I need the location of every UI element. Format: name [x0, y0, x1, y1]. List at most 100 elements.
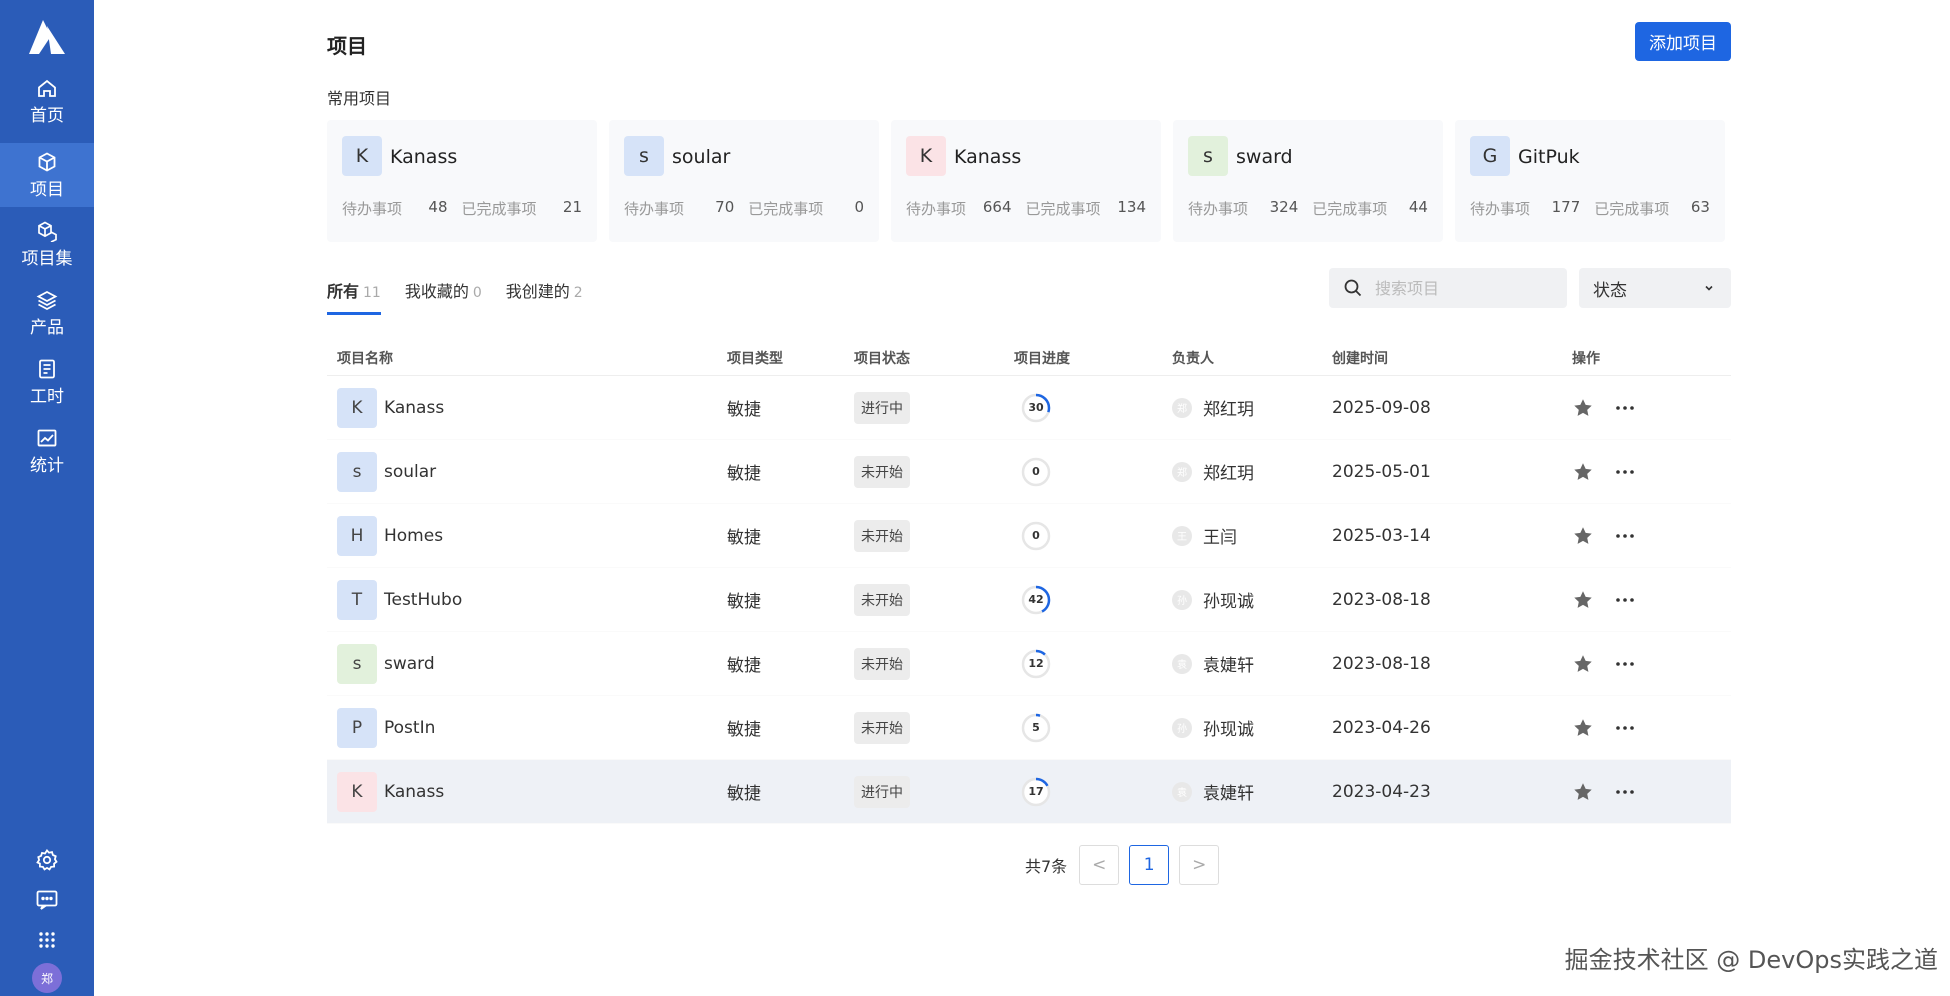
project-name[interactable]: TestHubo	[384, 590, 462, 610]
star-icon[interactable]	[1572, 397, 1594, 419]
project-type: 敏捷	[727, 464, 761, 484]
star-icon[interactable]	[1572, 525, 1594, 547]
actions-cell	[1572, 781, 1731, 803]
project-card[interactable]: s soular 待办事项 70 已完成事项 0	[609, 120, 879, 242]
sidebar-item-2[interactable]: 项目集	[0, 212, 94, 276]
status-badge: 未开始	[854, 519, 910, 552]
table-row[interactable]: T TestHubo 敏捷 未开始 42 孙孙现诚 2023-08-18	[327, 568, 1731, 632]
project-status-cell: 未开始	[854, 647, 1014, 680]
tab-label: 我创建的	[505, 282, 570, 301]
more-icon[interactable]	[1615, 654, 1635, 674]
message-icon	[36, 890, 58, 910]
prev-page-button[interactable]: <	[1079, 845, 1120, 885]
star-icon[interactable]	[1572, 781, 1594, 803]
next-page-button[interactable]: >	[1179, 845, 1220, 885]
chevron-down-icon	[1705, 285, 1713, 291]
project-avatar: K	[337, 771, 377, 812]
column-header: 项目状态	[854, 350, 910, 367]
project-avatar: K	[906, 136, 946, 176]
add-project-button[interactable]: 添加项目	[1635, 22, 1731, 61]
project-card[interactable]: s sward 待办事项 324 已完成事项 44	[1173, 120, 1443, 242]
more-icon[interactable]	[1615, 462, 1635, 482]
status-badge: 未开始	[854, 455, 910, 488]
column-header: 负责人	[1172, 350, 1214, 367]
done-count: 0	[854, 198, 864, 216]
project-progress-cell: 5	[1014, 711, 1172, 745]
tab-count: 11	[363, 285, 381, 301]
project-card[interactable]: K Kanass 待办事项 48 已完成事项 21	[327, 120, 597, 242]
user-avatar-button[interactable]: 郑	[0, 963, 94, 993]
project-card[interactable]: G GitPuk 待办事项 177 已完成事项 63	[1455, 120, 1725, 242]
tab-0[interactable]: 所有 11	[327, 278, 381, 315]
project-card[interactable]: K Kanass 待办事项 664 已完成事项 134	[891, 120, 1161, 242]
layers-icon	[36, 290, 58, 310]
table-row[interactable]: K Kanass 敏捷 进行中 30 郑郑红玥 2025-09-08	[327, 376, 1731, 440]
progress-value: 42	[1028, 593, 1044, 606]
more-icon[interactable]	[1615, 526, 1635, 546]
project-name[interactable]: PostIn	[384, 718, 435, 738]
project-progress-cell: 30	[1014, 391, 1172, 425]
star-icon[interactable]	[1572, 461, 1594, 483]
project-name[interactable]: Kanass	[384, 398, 444, 418]
project-name[interactable]: soular	[384, 462, 436, 482]
messages-button[interactable]	[0, 888, 94, 912]
more-icon[interactable]	[1615, 782, 1635, 802]
sidebar-item-1[interactable]: 项目	[0, 143, 94, 207]
search-box[interactable]	[1329, 268, 1567, 308]
status-badge: 未开始	[854, 711, 910, 744]
search-input[interactable]	[1375, 278, 1555, 298]
more-icon[interactable]	[1615, 718, 1635, 738]
project-progress-cell: 0	[1014, 519, 1172, 553]
project-name-cell: K Kanass	[327, 387, 727, 428]
project-progress-cell: 42	[1014, 583, 1172, 617]
table-row[interactable]: K Kanass 敏捷 进行中 17 袁袁婕轩 2023-04-23	[327, 760, 1731, 824]
table-row[interactable]: P PostIn 敏捷 未开始 5 孙孙现诚 2023-04-26	[327, 696, 1731, 760]
project-status-cell: 未开始	[854, 455, 1014, 488]
page-number-button[interactable]: 1	[1129, 845, 1170, 885]
progress-value: 12	[1028, 657, 1044, 670]
project-avatar: s	[337, 451, 377, 492]
table-row[interactable]: s sward 敏捷 未开始 12 袁袁婕轩 2023-08-18	[327, 632, 1731, 696]
project-name[interactable]: sward	[384, 654, 435, 674]
table-row[interactable]: s soular 敏捷 未开始 0 郑郑红玥 2025-05-01	[327, 440, 1731, 504]
projects-table: 项目名称 项目类型 项目状态 项目进度 负责人 创建时间 操作 K Kanass 敏捷 进行中 30…	[327, 340, 1731, 824]
created-date: 2023-04-26	[1332, 717, 1431, 738]
owner-avatar: 郑	[1172, 461, 1192, 482]
tab-count: 0	[472, 285, 482, 301]
owner-name: 郑红玥	[1203, 464, 1254, 484]
tab-1[interactable]: 我收藏的 0	[405, 278, 482, 315]
project-progress-cell: 12	[1014, 647, 1172, 681]
more-icon[interactable]	[1615, 590, 1635, 610]
sidebar-item-3[interactable]: 产品	[0, 281, 94, 345]
actions-cell	[1572, 397, 1731, 419]
sidebar-item-0[interactable]: 首页	[0, 69, 94, 133]
more-icon[interactable]	[1615, 398, 1635, 418]
star-icon[interactable]	[1572, 589, 1594, 611]
apps-button[interactable]	[0, 928, 94, 952]
sidebar-item-4[interactable]: 工时	[0, 350, 94, 414]
todo-count: 177	[1551, 198, 1581, 216]
settings-button[interactable]	[0, 848, 94, 872]
project-card-name: GitPuk	[1518, 146, 1580, 168]
owner-name: 袁婕轩	[1203, 784, 1254, 804]
project-name[interactable]: Kanass	[384, 782, 444, 802]
status-filter-select[interactable]: 状态	[1579, 268, 1731, 308]
project-avatar: K	[342, 136, 382, 176]
created-date: 2025-09-08	[1332, 397, 1431, 418]
actions-cell	[1572, 653, 1731, 675]
table-row[interactable]: H Homes 敏捷 未开始 0 王王闫 2025-03-14	[327, 504, 1731, 568]
project-card-stats: 待办事项 48 已完成事项 21	[342, 198, 582, 219]
project-avatar: s	[624, 136, 664, 176]
project-name[interactable]: Homes	[384, 526, 443, 546]
app-logo-icon[interactable]	[25, 16, 69, 56]
progress-ring: 17	[1019, 775, 1053, 809]
sidebar-item-5[interactable]: 统计	[0, 419, 94, 483]
tab-2[interactable]: 我创建的 2	[506, 278, 583, 315]
star-icon[interactable]	[1572, 717, 1594, 739]
watermark: 掘金技术社区 @ DevOps实践之道	[1564, 946, 1938, 974]
done-label: 已完成事项	[1312, 200, 1388, 218]
done-label: 已完成事项	[1025, 200, 1101, 218]
star-icon[interactable]	[1572, 653, 1594, 675]
project-type: 敏捷	[727, 720, 761, 740]
created-date: 2025-05-01	[1332, 461, 1431, 482]
